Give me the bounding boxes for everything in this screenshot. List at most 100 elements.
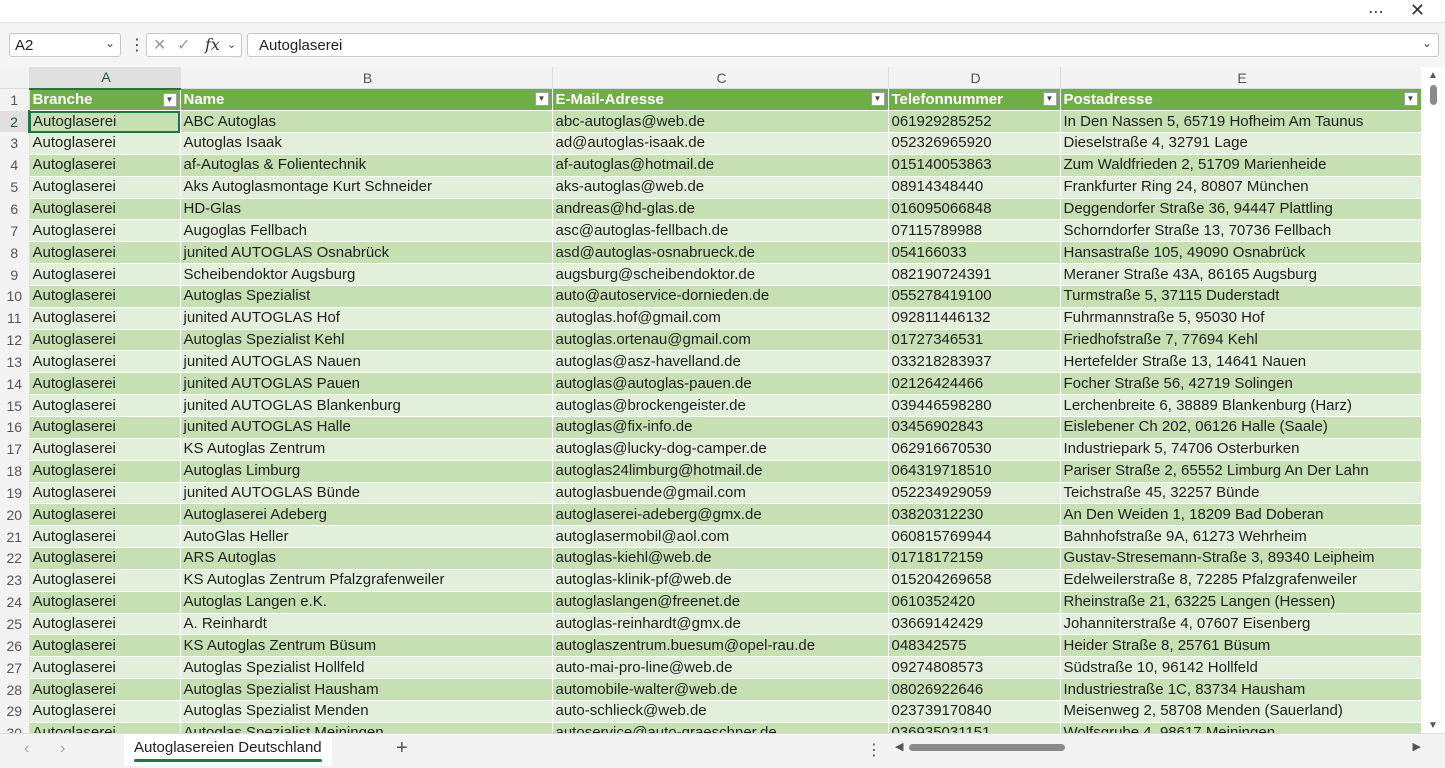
cell-phone[interactable]: 03820312230: [888, 503, 1061, 527]
cell-address[interactable]: Meraner Straße 43A, 86165 Augsburg: [1060, 263, 1422, 286]
cell-branche[interactable]: Autoglaserei: [29, 263, 181, 286]
cell-branche[interactable]: Autoglaserei: [29, 634, 181, 658]
cell-address[interactable]: Industriepark 5, 74706 Osterburken: [1060, 438, 1422, 461]
cell-branche[interactable]: Autoglaserei: [29, 307, 181, 330]
cell-name[interactable]: AutoGlas Heller: [180, 525, 553, 549]
header-cell-name[interactable]: Name ▼: [180, 88, 553, 112]
cell-phone[interactable]: 061929285252: [888, 110, 1061, 134]
header-cell-phone[interactable]: Telefonnummer ▼: [888, 88, 1061, 112]
filter-dropdown-icon[interactable]: ▼: [1403, 92, 1418, 107]
row-header[interactable]: 23: [0, 569, 30, 592]
cell-address[interactable]: Pariser Straße 2, 65552 Limburg An Der L…: [1060, 460, 1422, 483]
cell-address[interactable]: An Den Weiden 1, 18209 Bad Doberan: [1060, 503, 1422, 527]
row-header[interactable]: 15: [0, 394, 30, 417]
cell-phone[interactable]: 060815769944: [888, 525, 1061, 549]
cell-branche[interactable]: Autoglaserei: [29, 613, 181, 636]
cell-phone[interactable]: 064319718510: [888, 460, 1061, 483]
column-header-a[interactable]: A: [29, 67, 181, 90]
cell-phone[interactable]: 092811446132: [888, 307, 1061, 330]
cell-address[interactable]: Hertefelder Straße 13, 14641 Nauen: [1060, 350, 1422, 374]
cell-email[interactable]: autoglas@autoglas-pauen.de: [552, 372, 889, 396]
cell-phone[interactable]: 02126424466: [888, 372, 1061, 396]
insert-function-icon[interactable]: fx: [205, 35, 220, 54]
cell-address[interactable]: Dieselstraße 4, 32791 Lage: [1060, 132, 1422, 155]
cell-phone[interactable]: 015140053863: [888, 154, 1061, 177]
cell-email[interactable]: autoglasbuende@gmail.com: [552, 482, 889, 505]
row-header[interactable]: 1: [0, 88, 30, 112]
cell-name[interactable]: Autoglas Spezialist: [180, 285, 553, 308]
cell-branche[interactable]: Autoglaserei: [29, 700, 181, 723]
header-cell-branche[interactable]: Branche ▼: [29, 88, 181, 112]
cell-name[interactable]: ABC Autoglas: [180, 110, 553, 134]
cell-phone[interactable]: 015204269658: [888, 569, 1061, 592]
cell-address[interactable]: Deggendorfer Straße 36, 94447 Plattling: [1060, 198, 1422, 221]
cell-address[interactable]: Edelweilerstraße 8, 72285 Pfalzgrafenwei…: [1060, 569, 1422, 592]
cell-phone[interactable]: 0610352420: [888, 591, 1061, 614]
cell-branche[interactable]: Autoglaserei: [29, 394, 181, 417]
cell-phone[interactable]: 052326965920: [888, 132, 1061, 155]
cell-email[interactable]: autoservice@auto-graeschner.de: [552, 722, 889, 733]
cell-address[interactable]: Hansastraße 105, 49090 Osnabrück: [1060, 241, 1422, 265]
cell-branche[interactable]: Autoglaserei: [29, 329, 181, 352]
cell-phone[interactable]: 039446598280: [888, 394, 1061, 417]
cell-email[interactable]: autoglaserei-adeberg@gmx.de: [552, 503, 889, 527]
cell-name[interactable]: Scheibendoktor Augsburg: [180, 263, 553, 286]
cell-branche[interactable]: Autoglaserei: [29, 241, 181, 265]
cell-phone[interactable]: 082190724391: [888, 263, 1061, 286]
cell-branche[interactable]: Autoglaserei: [29, 438, 181, 461]
cell-address[interactable]: Zum Waldfrieden 2, 51709 Marienheide: [1060, 154, 1422, 177]
cell-branche[interactable]: Autoglaserei: [29, 678, 181, 701]
select-all-corner[interactable]: [0, 67, 30, 90]
cell-email[interactable]: aks-autoglas@web.de: [552, 176, 889, 199]
cell-phone[interactable]: 054166033: [888, 241, 1061, 265]
cell-address[interactable]: Lerchenbreite 6, 38889 Blankenburg (Harz…: [1060, 394, 1422, 417]
row-header[interactable]: 21: [0, 525, 30, 549]
cell-name[interactable]: A. Reinhardt: [180, 613, 553, 636]
sheet-tab[interactable]: Autoglasereien Deutschland: [124, 734, 332, 766]
cell-branche[interactable]: Autoglaserei: [29, 460, 181, 483]
cell-email[interactable]: af-autoglas@hotmail.de: [552, 154, 889, 177]
scroll-left-icon[interactable]: ◀: [895, 740, 903, 753]
row-header[interactable]: 19: [0, 482, 30, 505]
cell-email[interactable]: autoglas-klinik-pf@web.de: [552, 569, 889, 592]
column-header-d[interactable]: D: [888, 67, 1061, 90]
cell-email[interactable]: autoglaslangen@freenet.de: [552, 591, 889, 614]
cell-email[interactable]: autoglas@fix-info.de: [552, 416, 889, 439]
cell-name[interactable]: Autoglas Langen e.K.: [180, 591, 553, 614]
row-header[interactable]: 24: [0, 591, 30, 614]
row-header[interactable]: 30: [0, 722, 30, 733]
cell-name[interactable]: junited AUTOGLAS Nauen: [180, 350, 553, 374]
cell-name[interactable]: Autoglas Spezialist Menden: [180, 700, 553, 723]
cell-address[interactable]: Teichstraße 45, 32257 Bünde: [1060, 482, 1422, 505]
row-header[interactable]: 16: [0, 416, 30, 439]
cell-email[interactable]: autoglas@asz-havelland.de: [552, 350, 889, 374]
cell-branche[interactable]: Autoglaserei: [29, 285, 181, 308]
cell-address[interactable]: Meisenweg 2, 58708 Menden (Sauerland): [1060, 700, 1422, 723]
row-header[interactable]: 20: [0, 503, 30, 527]
row-header[interactable]: 27: [0, 656, 30, 680]
cell-phone[interactable]: 023739170840: [888, 700, 1061, 723]
row-header[interactable]: 22: [0, 547, 30, 570]
row-header[interactable]: 14: [0, 372, 30, 396]
row-header[interactable]: 11: [0, 307, 30, 330]
cell-name[interactable]: Autoglas Spezialist Hausham: [180, 678, 553, 701]
row-header[interactable]: 6: [0, 198, 30, 221]
cell-email[interactable]: automobile-walter@web.de: [552, 678, 889, 701]
header-cell-email[interactable]: E-Mail-Adresse ▼: [552, 88, 889, 112]
row-header[interactable]: 12: [0, 329, 30, 352]
cell-branche[interactable]: Autoglaserei: [29, 503, 181, 527]
cell-email[interactable]: autoglas@brockengeister.de: [552, 394, 889, 417]
cell-phone[interactable]: 09274808573: [888, 656, 1061, 680]
column-header-b[interactable]: B: [180, 67, 553, 90]
cell-branche[interactable]: Autoglaserei: [29, 416, 181, 439]
cell-email[interactable]: auto-mai-pro-line@web.de: [552, 656, 889, 680]
formula-input[interactable]: Autoglaserei ⌄: [247, 33, 1439, 57]
vertical-scroll-thumb[interactable]: [1430, 85, 1437, 105]
cell-name[interactable]: Autoglas Isaak: [180, 132, 553, 155]
row-header[interactable]: 18: [0, 460, 30, 483]
filter-dropdown-icon[interactable]: ▼: [870, 92, 885, 107]
previous-sheet-icon[interactable]: ‹: [24, 740, 29, 758]
row-header[interactable]: 25: [0, 613, 30, 636]
scroll-up-icon[interactable]: ▲: [1428, 70, 1438, 81]
cell-email[interactable]: asc@autoglas-fellbach.de: [552, 219, 889, 243]
